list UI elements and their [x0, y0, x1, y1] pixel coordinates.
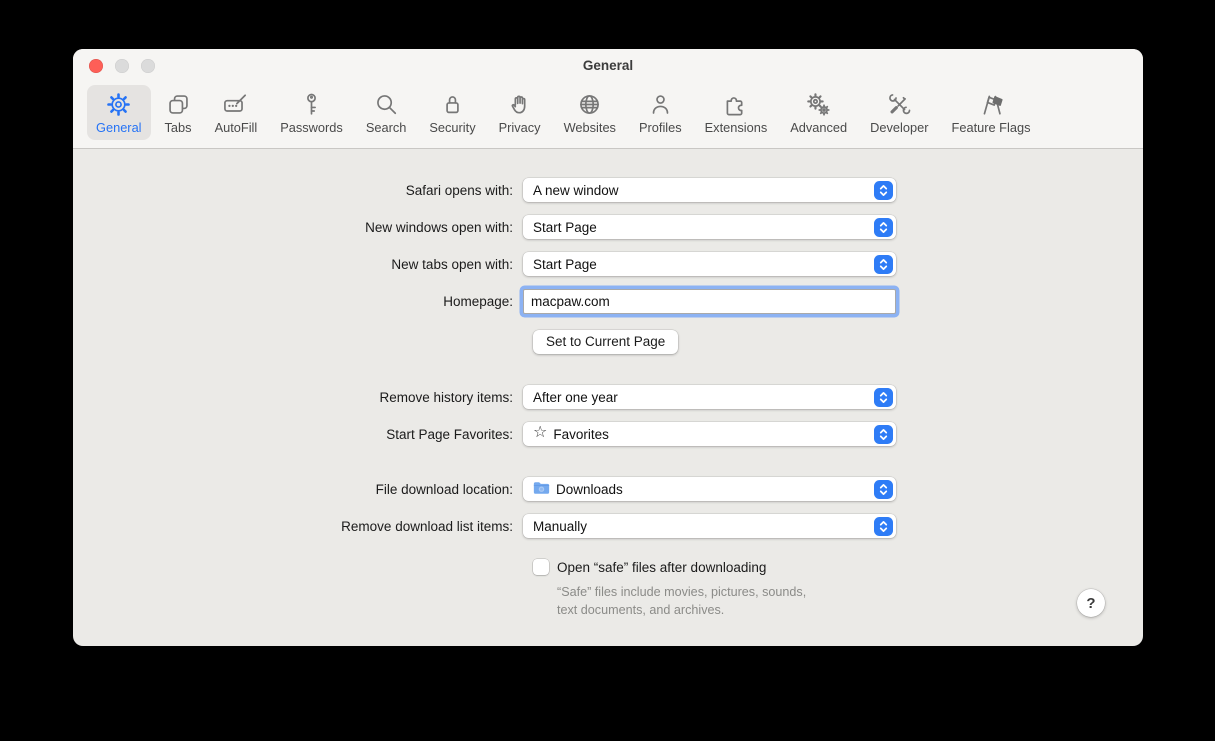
tab-label: AutoFill: [214, 120, 258, 135]
tab-autofill[interactable]: AutoFill: [206, 85, 267, 140]
tab-profiles[interactable]: Profiles: [630, 85, 691, 140]
key-icon: [298, 91, 325, 118]
file-download-location-row: File download location: Downloads: [73, 477, 1143, 501]
tab-passwords[interactable]: Passwords: [271, 85, 352, 140]
remove-download-list-items-label: Remove download list items:: [341, 518, 513, 534]
new-tabs-open-with-row: New tabs open with: Start Page: [73, 252, 1143, 276]
safari-opens-with-label: Safari opens with:: [405, 182, 513, 198]
tab-developer[interactable]: Developer: [861, 85, 937, 140]
gear-icon: [105, 91, 132, 118]
open-safe-files-label: Open “safe” files after downloading: [557, 559, 767, 575]
start-page-favorites-label: Start Page Favorites:: [386, 426, 513, 442]
remove-download-list-items-select[interactable]: Manually: [523, 514, 896, 538]
close-button[interactable]: [89, 59, 103, 73]
chevron-up-down-icon: [874, 254, 893, 274]
help-button[interactable]: ?: [1077, 589, 1105, 617]
tab-label: Profiles: [638, 120, 682, 135]
chevron-up-down-icon: [874, 479, 893, 499]
tab-label: Advanced: [790, 120, 848, 135]
tabs-icon: [165, 91, 192, 118]
homepage-label: Homepage:: [443, 294, 513, 309]
safe-files-note: “Safe” files include movies, pictures, s…: [557, 585, 807, 617]
set-to-current-page-row: Set to Current Page: [533, 330, 1143, 354]
new-windows-open-with-select[interactable]: Start Page: [523, 215, 896, 239]
tab-feature-flags[interactable]: Feature Flags: [943, 85, 1040, 140]
tab-search[interactable]: Search: [357, 85, 416, 140]
tab-label: Developer: [870, 120, 929, 135]
safari-opens-with-row: Safari opens with: A new window: [73, 178, 1143, 202]
titlebar[interactable]: General: [73, 49, 1143, 83]
tab-advanced[interactable]: Advanced: [781, 85, 856, 140]
globe-icon: [576, 91, 603, 118]
safari-opens-with-select[interactable]: A new window: [523, 178, 896, 202]
new-tabs-open-with-select[interactable]: Start Page: [523, 252, 896, 276]
tab-tabs[interactable]: Tabs: [156, 85, 201, 140]
homepage-input[interactable]: [523, 289, 896, 314]
autofill-icon: [222, 91, 249, 118]
window-header: General General Tabs AutoFill Passwords: [73, 49, 1143, 149]
person-icon: [647, 91, 674, 118]
tab-label: Feature Flags: [951, 120, 1031, 135]
open-safe-files-checkbox[interactable]: [533, 559, 549, 575]
tab-label: General: [96, 120, 142, 135]
window-title: General: [582, 58, 634, 73]
remove-history-items-label: Remove history items:: [379, 389, 513, 405]
tab-extensions[interactable]: Extensions: [696, 85, 777, 140]
hand-icon: [506, 91, 533, 118]
tab-general[interactable]: General: [87, 85, 151, 140]
question-mark-icon: ?: [1086, 594, 1096, 612]
magnifier-icon: [373, 91, 400, 118]
set-to-current-page-button[interactable]: Set to Current Page: [533, 330, 679, 354]
tab-label: Tabs: [164, 120, 192, 135]
chevron-up-down-icon: [874, 387, 893, 407]
settings-toolbar: General Tabs AutoFill Passwords Search S: [73, 83, 1143, 148]
tools-icon: [886, 91, 913, 118]
open-safe-files-row: Open “safe” files after downloading: [533, 559, 1143, 575]
traffic-lights: [89, 59, 155, 73]
tab-label: Extensions: [704, 120, 768, 135]
tab-websites[interactable]: Websites: [555, 85, 625, 140]
downloads-folder-icon: [533, 481, 550, 498]
new-windows-open-with-row: New windows open with: Start Page: [73, 215, 1143, 239]
new-tabs-open-with-label: New tabs open with:: [391, 256, 513, 272]
tab-label: Search: [365, 120, 407, 135]
tab-label: Passwords: [280, 120, 343, 135]
puzzle-icon: [722, 91, 749, 118]
tab-security[interactable]: Security: [420, 85, 484, 140]
remove-history-items-row: Remove history items: After one year: [73, 385, 1143, 409]
remove-history-items-select[interactable]: After one year: [523, 385, 896, 409]
lock-icon: [439, 91, 466, 118]
file-download-location-select[interactable]: Downloads: [523, 477, 896, 501]
general-settings-panel: Safari opens with: A new window New wind…: [73, 149, 1143, 642]
start-page-favorites-select[interactable]: ☆ Favorites: [523, 422, 896, 446]
flags-icon: [977, 91, 1004, 118]
zoom-button: [141, 59, 155, 73]
tab-label: Privacy: [498, 120, 541, 135]
star-icon: ☆: [533, 426, 548, 441]
new-windows-open-with-label: New windows open with:: [365, 219, 513, 235]
tab-label: Security: [429, 120, 476, 135]
start-page-favorites-row: Start Page Favorites: ☆ Favorites: [73, 422, 1143, 446]
chevron-up-down-icon: [874, 217, 893, 237]
gears-icon: [805, 91, 832, 118]
file-download-location-label: File download location:: [375, 481, 513, 497]
homepage-row: Homepage:: [73, 289, 1143, 314]
tab-privacy[interactable]: Privacy: [490, 85, 550, 140]
remove-download-list-items-row: Remove download list items: Manually: [73, 514, 1143, 538]
minimize-button: [115, 59, 129, 73]
safari-settings-window: General General Tabs AutoFill Passwords: [73, 49, 1143, 646]
tab-label: Websites: [563, 120, 616, 135]
chevron-up-down-icon: [874, 516, 893, 536]
chevron-up-down-icon: [874, 424, 893, 444]
chevron-up-down-icon: [874, 180, 893, 200]
